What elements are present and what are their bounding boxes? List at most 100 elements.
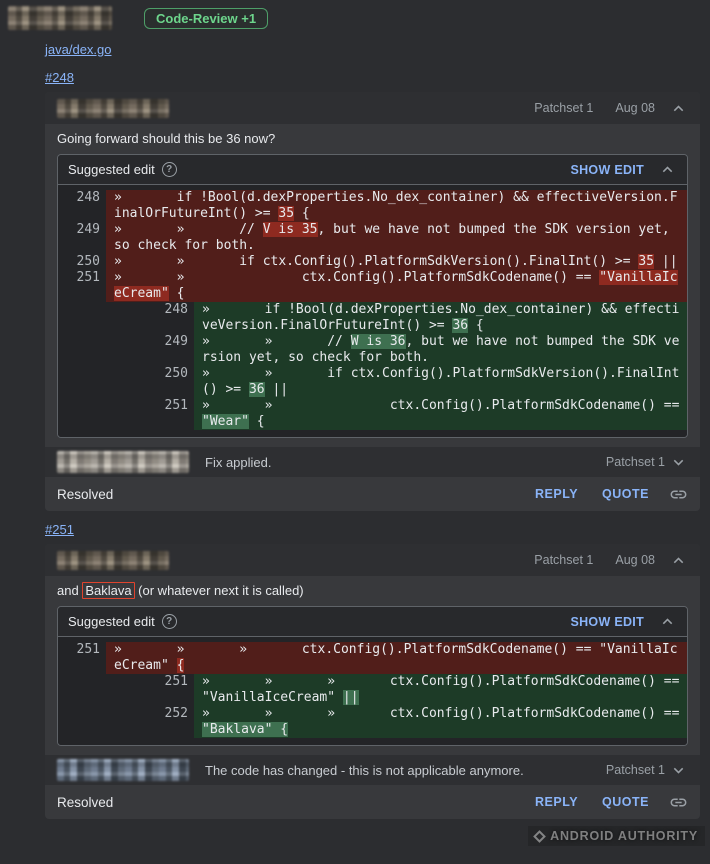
intraline-diff-highlight: 35 bbox=[278, 206, 294, 221]
resolved-status: Resolved bbox=[57, 795, 113, 810]
old-line-number bbox=[58, 334, 106, 366]
code-text: » » if ctx.Config().PlatformSdkVersion()… bbox=[106, 254, 687, 270]
main-content: java/dex.go #248 Patchset 1 Aug 08 Going… bbox=[0, 30, 710, 819]
old-line-number: 251 bbox=[58, 642, 106, 674]
thread-footer: Resolved REPLY QUOTE bbox=[45, 785, 700, 819]
new-line-number: 251 bbox=[106, 398, 194, 430]
collapse-thread-button[interactable] bbox=[669, 99, 688, 118]
suggested-edit-title: Suggested edit bbox=[68, 614, 155, 629]
reply-button[interactable]: REPLY bbox=[535, 487, 578, 501]
watermark-text: ANDROID AUTHORITY bbox=[550, 829, 698, 843]
intraline-diff-highlight: V is 35 bbox=[263, 222, 318, 237]
intraline-diff-highlight: 36 bbox=[249, 382, 265, 397]
show-edit-button[interactable]: SHOW EDIT bbox=[570, 615, 644, 629]
diff-line-removed: 248» if !Bool(d.dexProperties.No_dex_con… bbox=[58, 190, 687, 222]
help-icon[interactable]: ? bbox=[162, 614, 177, 629]
copy-link-button[interactable] bbox=[669, 793, 688, 812]
comment-text-part: and bbox=[57, 583, 82, 598]
old-line-number bbox=[58, 674, 106, 706]
comment-anchor-link[interactable]: #248 bbox=[45, 70, 74, 85]
gerrit-comments-page: Code-Review +1 java/dex.go #248 Patchset… bbox=[0, 0, 710, 864]
copy-link-button[interactable] bbox=[669, 485, 688, 504]
chevron-up-icon bbox=[658, 160, 677, 179]
old-line-number: 249 bbox=[58, 222, 106, 254]
comment-thread: Patchset 1 Aug 08 and Baklava (or whatev… bbox=[45, 544, 700, 819]
patchset-dropdown-button[interactable] bbox=[669, 761, 688, 780]
redacted-username[interactable] bbox=[57, 99, 169, 118]
old-line-number bbox=[58, 706, 106, 738]
new-line-number: 248 bbox=[106, 302, 194, 334]
code-text: » » » ctx.Config().PlatformSdkCodename()… bbox=[194, 674, 687, 706]
code-text: » » // V is 35, but we have not bumped t… bbox=[106, 222, 687, 254]
diff-line-added: 251» » ctx.Config().PlatformSdkCodename(… bbox=[58, 398, 687, 430]
redacted-username[interactable] bbox=[57, 551, 169, 570]
redacted-username[interactable] bbox=[57, 759, 189, 781]
help-icon[interactable]: ? bbox=[162, 162, 177, 177]
code-text: » » » ctx.Config().PlatformSdkCodename()… bbox=[106, 642, 687, 674]
link-icon bbox=[669, 793, 688, 812]
code-text: » » if ctx.Config().PlatformSdkVersion()… bbox=[194, 366, 687, 398]
new-line-number: 250 bbox=[106, 366, 194, 398]
reply-button[interactable]: REPLY bbox=[535, 795, 578, 809]
new-line-number: 249 bbox=[106, 334, 194, 366]
chevron-up-icon bbox=[669, 99, 688, 118]
comment-text: and Baklava (or whatever next it is call… bbox=[45, 576, 700, 606]
fix-patchset-label[interactable]: Patchset 1 bbox=[606, 455, 665, 469]
intraline-diff-highlight: || bbox=[343, 690, 359, 705]
redacted-username[interactable] bbox=[8, 6, 112, 30]
collapse-edit-button[interactable] bbox=[658, 160, 677, 179]
fix-status-text: Fix applied. bbox=[205, 455, 271, 470]
diff-line-removed: 251» » » ctx.Config().PlatformSdkCodenam… bbox=[58, 642, 687, 674]
show-edit-button[interactable]: SHOW EDIT bbox=[570, 163, 644, 177]
collapse-thread-button[interactable] bbox=[669, 551, 688, 570]
chevron-down-icon bbox=[669, 453, 688, 472]
code-text: » » ctx.Config().PlatformSdkCodename() =… bbox=[194, 398, 687, 430]
diff-line-added: 251» » » ctx.Config().PlatformSdkCodenam… bbox=[58, 674, 687, 706]
code-text: » » ctx.Config().PlatformSdkCodename() =… bbox=[106, 270, 687, 302]
diff-line-added: 252» » » ctx.Config().PlatformSdkCodenam… bbox=[58, 706, 687, 738]
thread-header: Patchset 1 Aug 08 bbox=[45, 92, 700, 124]
intraline-diff-highlight: { bbox=[177, 658, 185, 673]
intraline-diff-highlight: W is 36 bbox=[351, 334, 406, 349]
old-line-number bbox=[58, 302, 106, 334]
patchset-label: Patchset 1 bbox=[534, 101, 593, 115]
chevron-up-icon bbox=[669, 551, 688, 570]
file-path-link[interactable]: java/dex.go bbox=[45, 42, 112, 57]
thread-footer: Resolved REPLY QUOTE bbox=[45, 477, 700, 511]
diff-line-added: 249» » // W is 36, but we have not bumpe… bbox=[58, 334, 687, 366]
diff-line-added: 248» if !Bool(d.dexProperties.No_dex_con… bbox=[58, 302, 687, 334]
link-icon bbox=[669, 485, 688, 504]
quote-button[interactable]: QUOTE bbox=[602, 795, 649, 809]
comment-anchor-link[interactable]: #251 bbox=[45, 522, 74, 537]
diff-line-removed: 251» » ctx.Config().PlatformSdkCodename(… bbox=[58, 270, 687, 302]
resolved-status: Resolved bbox=[57, 487, 113, 502]
diff-code-block: 251» » » ctx.Config().PlatformSdkCodenam… bbox=[58, 637, 687, 745]
old-line-number: 250 bbox=[58, 254, 106, 270]
fix-status-row: The code has changed - this is not appli… bbox=[45, 755, 700, 785]
chevron-up-icon bbox=[658, 612, 677, 631]
diff-line-removed: 249» » // V is 35, but we have not bumpe… bbox=[58, 222, 687, 254]
redacted-username[interactable] bbox=[57, 451, 189, 473]
top-row: Code-Review +1 bbox=[0, 0, 710, 30]
suggested-edit-header: Suggested edit ? SHOW EDIT bbox=[58, 607, 687, 637]
intraline-diff-highlight: 36 bbox=[452, 318, 468, 333]
fix-patchset-label[interactable]: Patchset 1 bbox=[606, 763, 665, 777]
code-text: » » » ctx.Config().PlatformSdkCodename()… bbox=[194, 706, 687, 738]
site-watermark: ANDROID AUTHORITY bbox=[528, 826, 705, 846]
diff-line-added: 250» » if ctx.Config().PlatformSdkVersio… bbox=[58, 366, 687, 398]
suggested-edit-panel: Suggested edit ? SHOW EDIT 251» » » ctx.… bbox=[57, 606, 688, 746]
quote-button[interactable]: QUOTE bbox=[602, 487, 649, 501]
new-line-number: 252 bbox=[106, 706, 194, 738]
suggested-edit-title: Suggested edit bbox=[68, 162, 155, 177]
collapse-edit-button[interactable] bbox=[658, 612, 677, 631]
patchset-dropdown-button[interactable] bbox=[669, 453, 688, 472]
thread-header: Patchset 1 Aug 08 bbox=[45, 544, 700, 576]
comment-thread: Patchset 1 Aug 08 Going forward should t… bbox=[45, 92, 700, 511]
old-line-number bbox=[58, 366, 106, 398]
diff-code-block: 248 » if !Bool(d.dexProperties.No_dex_con… bbox=[58, 185, 687, 437]
suggested-edit-header: Suggested edit ? SHOW EDIT bbox=[58, 155, 687, 185]
code-text: » if !Bool(d.dexProperties.No_dex_contai… bbox=[106, 190, 687, 222]
intraline-diff-highlight: 35 bbox=[638, 254, 654, 269]
watermark-logo-icon bbox=[533, 830, 546, 843]
comment-date: Aug 08 bbox=[615, 553, 655, 567]
